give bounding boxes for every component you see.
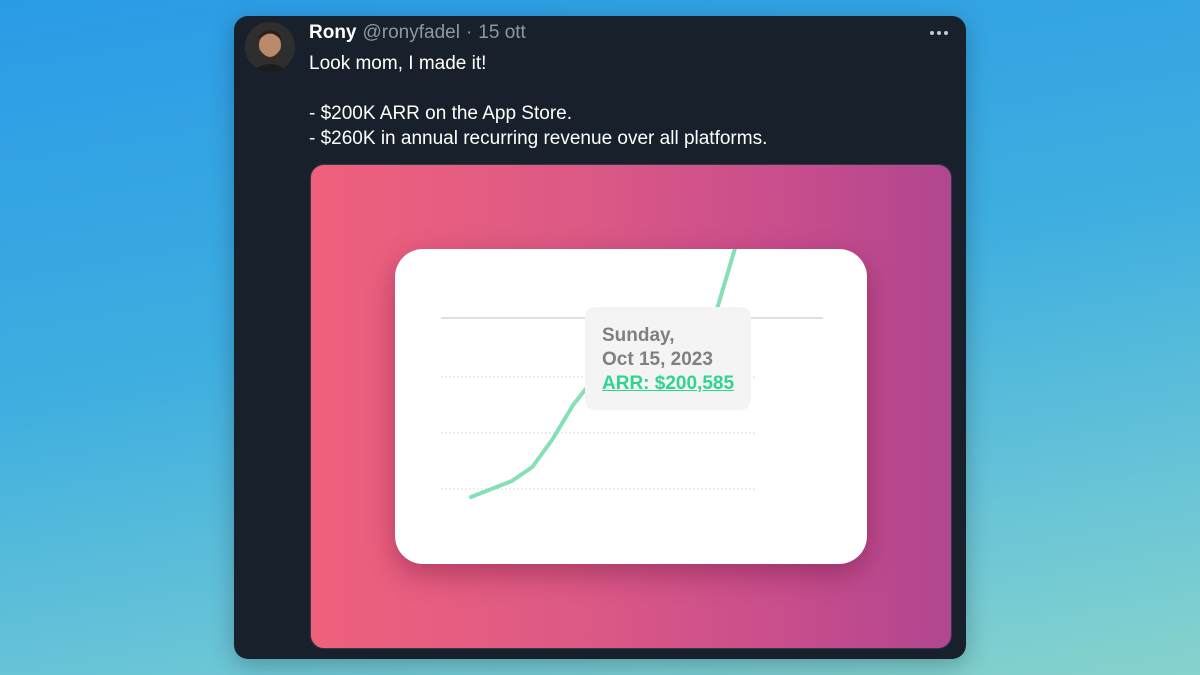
ellipsis-icon[interactable]: [928, 22, 950, 44]
tooltip-arr-value: ARR: $200,585: [602, 373, 735, 394]
tweet-media-image[interactable]: Sunday, Oct 15, 2023 ARR: $200,585: [310, 164, 952, 649]
tooltip-day: Sunday,: [602, 325, 675, 346]
tweet-header: Rony @ronyfadel · 15 ott: [309, 22, 526, 46]
tooltip-date: Oct 15, 2023: [602, 349, 713, 370]
tweet-date[interactable]: 15 ott: [478, 22, 526, 44]
tweet-text: Look mom, I made it! - $200K ARR on the …: [309, 51, 939, 151]
avatar[interactable]: [245, 22, 295, 72]
author-handle[interactable]: @ronyfadel: [363, 22, 460, 44]
header-separator: ·: [465, 22, 473, 43]
chart-card: Sunday, Oct 15, 2023 ARR: $200,585: [395, 249, 867, 564]
author-name[interactable]: Rony: [309, 22, 357, 44]
tweet-card: Rony @ronyfadel · 15 ott Look mom, I mad…: [234, 16, 966, 659]
chart-tooltip: Sunday, Oct 15, 2023 ARR: $200,585: [585, 307, 751, 410]
tweet-text-line: - $260K in annual recurring revenue over…: [309, 128, 768, 149]
avatar-image: [245, 22, 295, 72]
tweet-text-line: Look mom, I made it!: [309, 53, 487, 74]
tweet-text-line: - $200K ARR on the App Store.: [309, 103, 573, 124]
